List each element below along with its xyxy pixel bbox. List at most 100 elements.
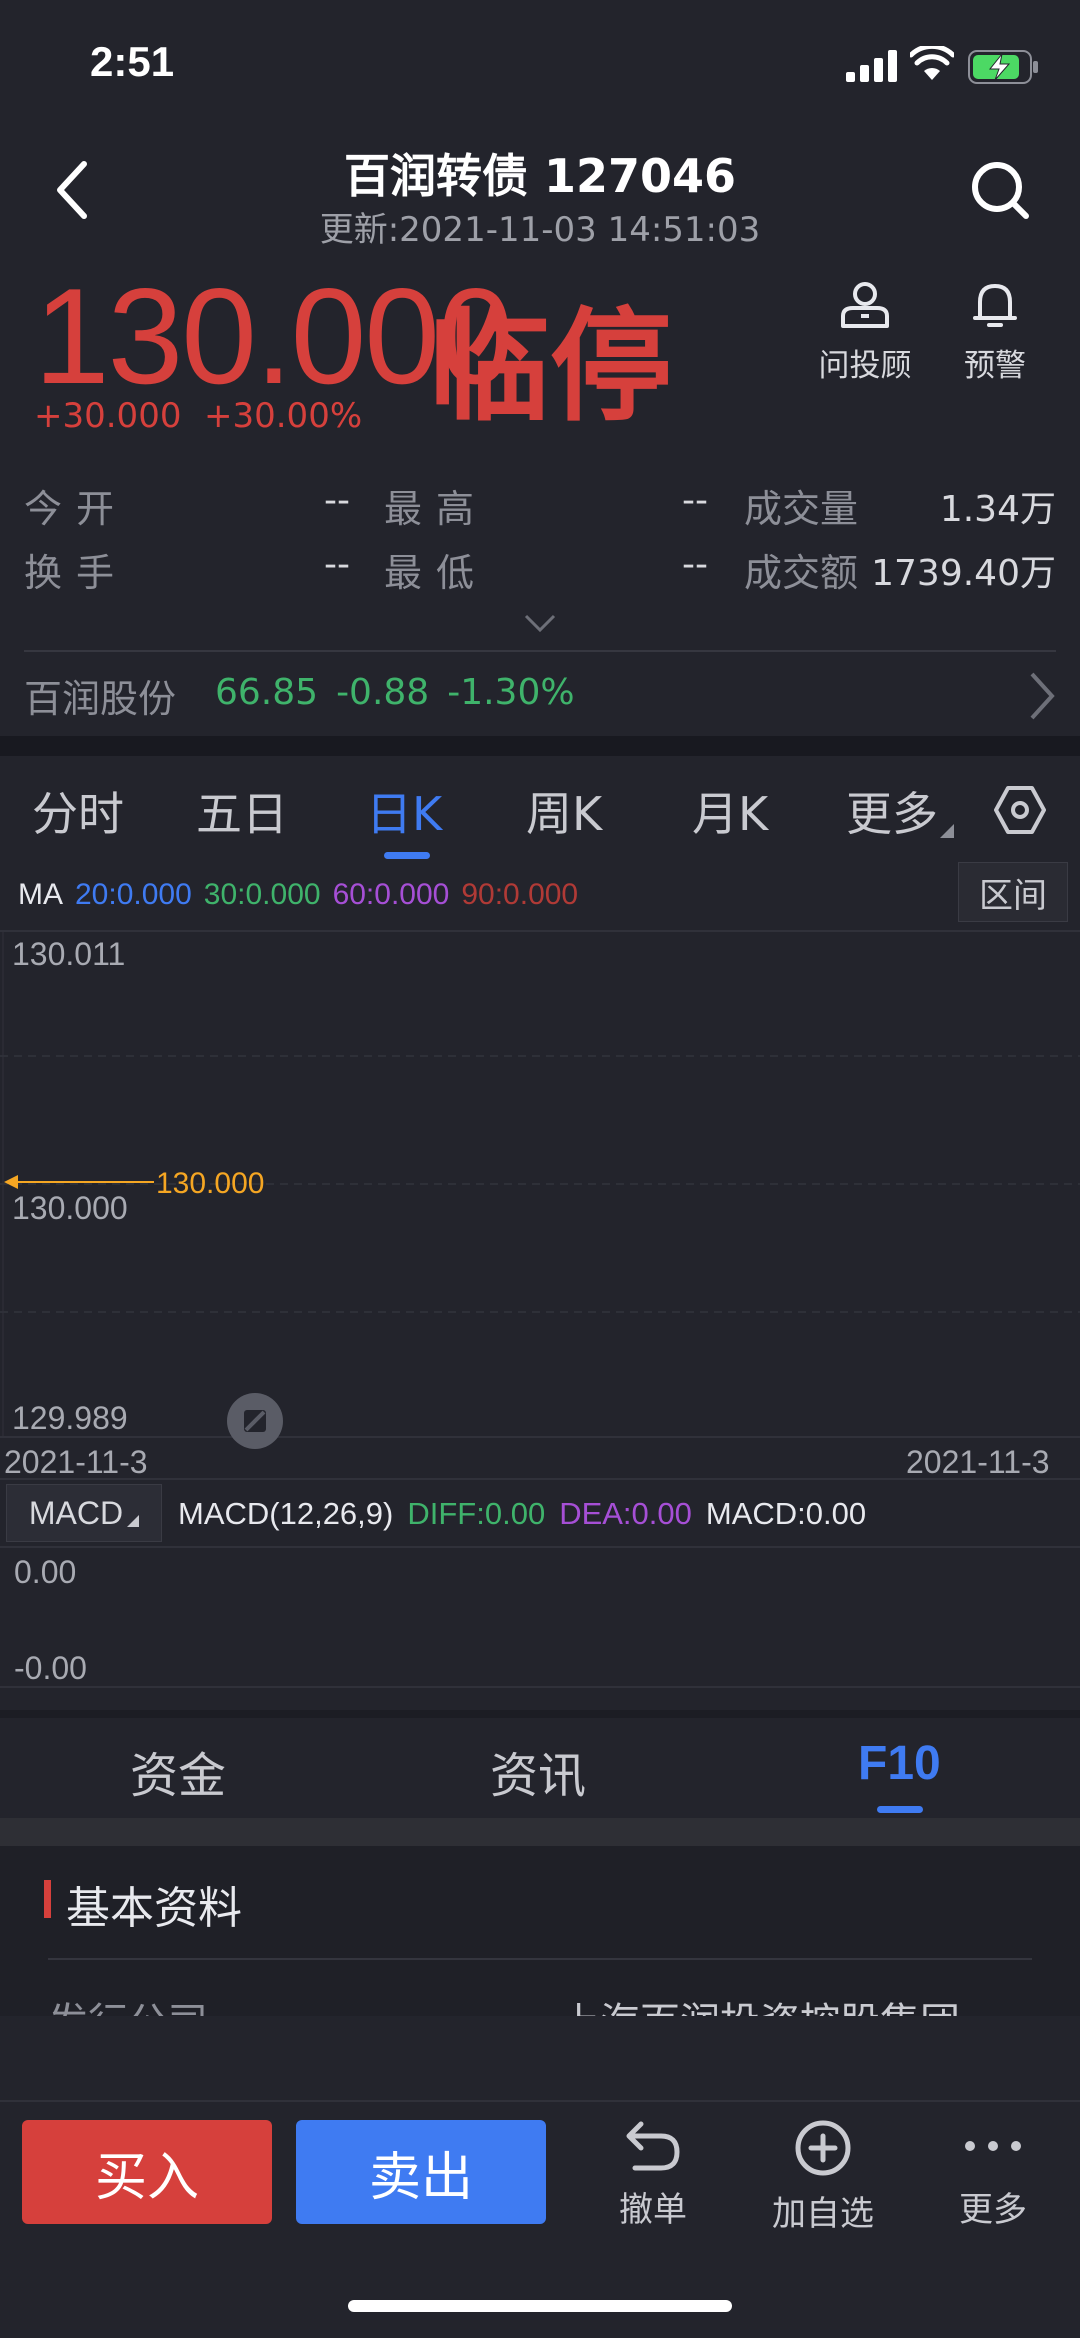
section-accent-bar <box>44 1880 51 1918</box>
related-stock-pct: -1.30% <box>447 672 575 713</box>
low-label: 最低 <box>384 551 489 595</box>
add-watchlist-label: 加自选 <box>772 2194 874 2234</box>
y-tick-bottom: 129.989 <box>12 1400 128 1436</box>
divider <box>0 1710 1080 1718</box>
tab-funds[interactable]: 资金 <box>130 1736 226 1806</box>
divider <box>0 1478 1080 1480</box>
related-stock-quote: 66.85 -0.88 -1.30% <box>215 672 593 713</box>
tab-daily-k[interactable]: 日K <box>366 778 442 844</box>
turnover-value: -- <box>324 544 350 585</box>
low-value: -- <box>682 544 708 585</box>
tab-intraday[interactable]: 分时 <box>32 778 124 844</box>
ma30-value: 30:0.000 <box>203 878 321 911</box>
basic-info-title: 基本资料 <box>66 1883 242 1934</box>
search-icon <box>972 162 1029 219</box>
home-indicator[interactable] <box>348 2300 732 2312</box>
wifi-icon <box>910 46 954 80</box>
macd-y-bottom: -0.00 <box>14 1650 87 1686</box>
kline-chart-svg: 130.000 <box>0 932 1080 1436</box>
related-stock-price: 66.85 <box>215 672 319 713</box>
x-start-date: 2021-11-3 <box>4 1444 148 1480</box>
section-gap <box>0 1818 1080 1846</box>
price-change: +30.000 <box>34 396 182 436</box>
chevron-right-icon <box>1030 672 1055 720</box>
macd-chart[interactable] <box>0 1546 1080 1688</box>
add-watchlist-button[interactable]: 加自选 <box>758 2118 888 2235</box>
ma-label: MA <box>18 878 63 911</box>
y-tick-top: 130.011 <box>12 936 126 972</box>
chart-settings-button[interactable] <box>990 780 1050 840</box>
amount-value: 1739.40万 <box>871 553 1056 594</box>
cancel-order-button[interactable]: 撤单 <box>588 2118 718 2231</box>
cancel-order-label: 撤单 <box>619 2190 687 2230</box>
price-alert-label: 预警 <box>964 348 1026 384</box>
tab-monthly-k[interactable]: 月K <box>692 778 768 844</box>
more-icon <box>965 2141 1021 2151</box>
buy-button[interactable]: 买入 <box>22 2120 272 2224</box>
ma60-value: 60:0.000 <box>332 878 450 911</box>
y-tick-mid: 130.000 <box>12 1190 128 1226</box>
more-label: 更多 <box>959 2190 1027 2230</box>
macd-y-top: 0.00 <box>14 1554 77 1590</box>
back-button[interactable] <box>42 150 102 230</box>
kline-chart[interactable]: 130.000 <box>0 930 1080 1438</box>
halt-status: 临停 <box>428 296 672 438</box>
update-time: 更新:2021-11-03 14:51:03 <box>319 210 761 250</box>
ma90-value: 90:0.000 <box>461 878 579 911</box>
indicator-select-button[interactable]: MACD <box>6 1484 162 1542</box>
amount-label: 成交额 <box>744 551 859 595</box>
tab-f10[interactable]: F10 <box>858 1736 941 1791</box>
high-value: -- <box>682 480 708 521</box>
x-end-date: 2021-11-3 <box>906 1444 1050 1480</box>
active-tab-indicator <box>384 852 430 859</box>
tab-more[interactable]: 更多 <box>846 778 938 844</box>
more-button[interactable]: 更多 <box>928 2118 1058 2231</box>
dropdown-corner-icon <box>127 1515 140 1527</box>
battery-charging-icon <box>968 50 1038 84</box>
price-change-pct: +30.00% <box>204 396 363 436</box>
related-stock-change: -0.88 <box>336 672 430 713</box>
open-label: 今开 <box>24 487 129 531</box>
price-alert-button[interactable]: 预警 <box>930 280 1060 385</box>
section-gap <box>0 736 1080 756</box>
tab-news[interactable]: 资讯 <box>490 1736 586 1806</box>
issuer-value: 上海百润投资控股集团 <box>560 1990 960 2016</box>
divider <box>48 1958 1032 1960</box>
issuer-label: 发行公司 <box>48 1990 208 2016</box>
macd-dea: DEA:0.00 <box>559 1496 692 1531</box>
tab-weekly-k[interactable]: 周K <box>526 778 602 844</box>
ma20-value: 20:0.000 <box>75 878 192 911</box>
related-stock-name: 百润股份 <box>24 677 177 721</box>
macd-value: MACD:0.00 <box>705 1496 867 1531</box>
indicator-select-label: MACD <box>28 1494 124 1531</box>
page-title: 百润转债 127046 <box>343 149 737 203</box>
chevron-left-icon <box>57 161 87 219</box>
dropdown-corner-icon <box>940 824 954 838</box>
tab-five-day[interactable]: 五日 <box>196 778 288 844</box>
expand-chevron-icon[interactable] <box>520 608 560 638</box>
undo-icon <box>626 2121 680 2171</box>
search-button[interactable] <box>960 150 1040 230</box>
status-time: 2:51 <box>90 38 175 85</box>
ma-legend: MA 20:0.000 30:0.000 60:0.000 90:0.000 <box>18 878 590 912</box>
hexagon-settings-icon <box>994 786 1046 834</box>
macd-diff: DIFF:0.00 <box>407 1496 546 1531</box>
add-watchlist-icon <box>795 2120 851 2176</box>
volume-value: 1.34万 <box>939 489 1056 530</box>
sell-button[interactable]: 卖出 <box>296 2120 546 2224</box>
interval-button[interactable]: 区间 <box>958 862 1068 922</box>
high-label: 最高 <box>384 487 489 531</box>
ask-advisor-button[interactable]: 问投顾 <box>800 280 930 385</box>
volume-label: 成交量 <box>744 487 859 531</box>
macd-legend: MACD(12,26,9) DIFF:0.00 DEA:0.00 MACD:0.00 <box>178 1496 880 1532</box>
ask-advisor-label: 问投顾 <box>818 348 912 384</box>
price-marker-arrow <box>4 1175 18 1189</box>
active-tab-indicator <box>877 1806 923 1813</box>
advisor-icon <box>841 282 889 328</box>
pin-marker-icon[interactable] <box>226 1392 284 1450</box>
turnover-label: 换手 <box>24 551 129 595</box>
price-marker-label: 130.000 <box>156 1167 264 1200</box>
open-value: -- <box>324 480 350 521</box>
bell-icon <box>973 284 1017 327</box>
cellular-signal-icon <box>846 50 897 82</box>
